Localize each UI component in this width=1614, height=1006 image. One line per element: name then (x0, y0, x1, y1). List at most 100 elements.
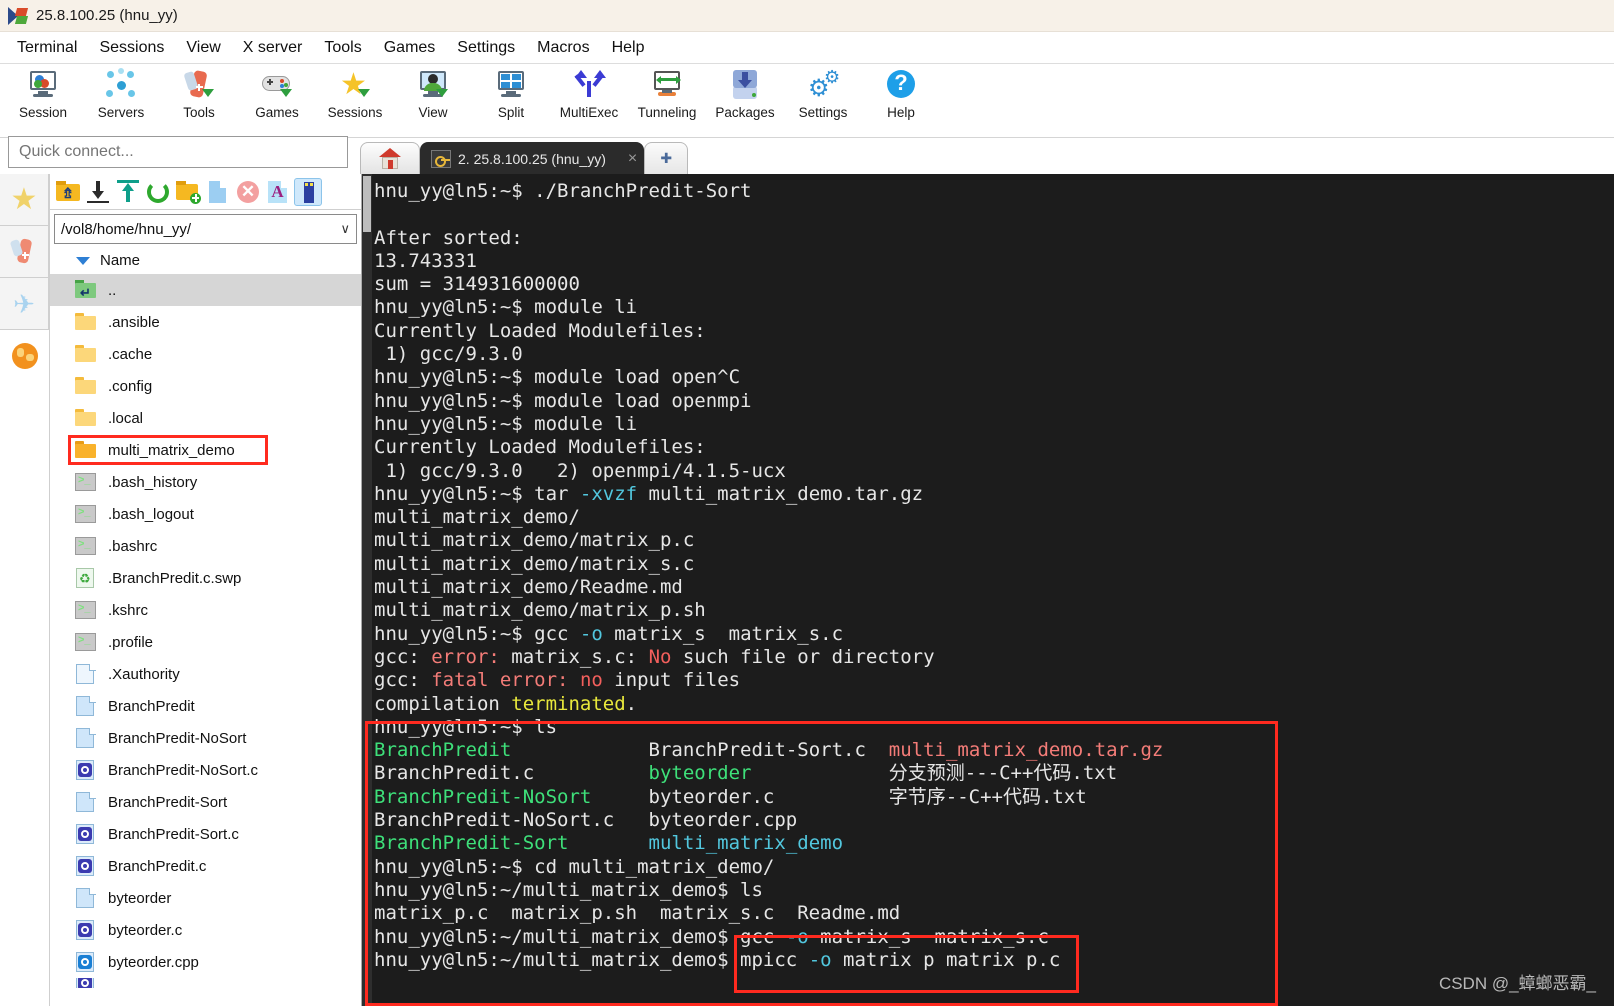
delete-icon[interactable]: ✕ (234, 178, 262, 206)
document-icon (74, 887, 98, 909)
list-item[interactable]: >_ .kshrc (50, 594, 361, 626)
upload-icon[interactable] (114, 178, 142, 206)
rail-favorites-button[interactable]: ★ (0, 174, 49, 226)
path-field[interactable]: /vol8/home/hnu_yy/ ∨ (54, 214, 357, 244)
toolbar-view-label: View (418, 105, 448, 120)
list-item[interactable]: .ansible (50, 306, 361, 338)
toolbar-games-button[interactable]: Games (238, 64, 316, 134)
list-item[interactable]: BranchPredit-Sort.c (50, 818, 361, 850)
menu-help[interactable]: Help (601, 37, 656, 59)
chevron-down-icon[interactable]: ∨ (340, 221, 350, 237)
close-icon[interactable]: × (628, 150, 637, 168)
toolbar-tunneling-button[interactable]: Tunneling (628, 64, 706, 134)
tab-session-active[interactable]: 2. 25.8.100.25 (hnu_yy) × (420, 142, 645, 174)
terminal-span (568, 669, 579, 691)
list-item[interactable]: BranchPredit (50, 690, 361, 722)
terminal-line: BranchPredit BranchPredit-Sort.c multi_m… (374, 739, 1614, 762)
terminal-line: multi_matrix_demo/Readme.md (374, 576, 1614, 599)
list-item[interactable]: .cache (50, 338, 361, 370)
rail-tools-button[interactable] (0, 226, 49, 278)
list-item[interactable]: ♻ .BranchPredit.c.swp (50, 562, 361, 594)
terminal-span: -o (579, 622, 603, 645)
toolbar-view-button[interactable]: View (394, 64, 472, 134)
star-icon: ★ (338, 68, 372, 102)
list-item[interactable]: .config (50, 370, 361, 402)
list-item[interactable]: BranchPredit.c (50, 850, 361, 882)
terminal-line: hnu_yy@ln5:~$ gcc -o matrix_s matrix_s.c (374, 623, 1614, 646)
list-item[interactable]: BranchPredit-NoSort (50, 722, 361, 754)
menu-tools[interactable]: Tools (313, 37, 372, 59)
list-item[interactable]: >_ .bashrc (50, 530, 361, 562)
list-item[interactable]: ↵ .. (50, 274, 361, 306)
annot-box-multi-matrix-demo-folder (68, 435, 268, 465)
toolbar-tools-button[interactable]: Tools (160, 64, 238, 134)
list-item[interactable]: byteorder.cpp (50, 946, 361, 978)
terminal-span: hnu_yy@ln5:~$ module li (374, 296, 638, 319)
list-item[interactable]: >_ .profile (50, 626, 361, 658)
new-file-icon[interactable] (204, 178, 232, 206)
scrollbar-thumb[interactable] (363, 176, 371, 232)
mobaxterm-icon (8, 6, 29, 26)
toolbar-servers-button[interactable]: Servers (82, 64, 160, 134)
toolbar-help-button[interactable]: ? Help (862, 64, 940, 134)
document-icon (74, 663, 98, 685)
rail-send-button[interactable]: ✈ (0, 278, 49, 330)
terminal-span: No (648, 645, 672, 668)
menu-games[interactable]: Games (373, 37, 447, 59)
menu-sessions[interactable]: Sessions (88, 37, 175, 59)
download-icon[interactable] (84, 178, 112, 206)
terminal-span: -o (808, 948, 832, 971)
terminal-pane[interactable]: hnu_yy@ln5:~$ ./BranchPredit-Sort After … (362, 174, 1614, 1006)
terminal-span: . (625, 692, 638, 715)
cpp-source-icon (74, 951, 98, 973)
file-name: byteorder.cpp (108, 953, 199, 971)
file-list[interactable]: ↵ .. .ansible .cache .config .local mult… (50, 274, 361, 1006)
menu-terminal[interactable]: Terminal (6, 37, 88, 59)
list-item[interactable]: byteorder (50, 882, 361, 914)
gear-icon: ⚙ ⚙ (808, 67, 841, 102)
terminal-span: After sorted: (374, 226, 523, 249)
terminal-line: BranchPredit.c byteorder 分支预测---C++代码.tx… (374, 762, 1614, 785)
new-folder-icon[interactable] (174, 178, 202, 206)
menu-macros[interactable]: Macros (526, 37, 600, 59)
left-sidebar-rail: ★ ✈ (0, 174, 50, 1006)
menu-x-server[interactable]: X server (232, 37, 314, 59)
tab-session-label: 2. 25.8.100.25 (hnu_yy) (458, 150, 606, 167)
list-item[interactable]: >_ .bash_logout (50, 498, 361, 530)
toolbar-multiexec-button[interactable]: MultiExec (550, 64, 628, 134)
column-header-name[interactable]: Name (50, 246, 361, 274)
c-source-icon (74, 855, 98, 877)
terminal-line: After sorted: (374, 227, 1614, 250)
tab-new-button[interactable]: ✚ (644, 142, 689, 174)
list-item[interactable]: .local (50, 402, 361, 434)
menu-view[interactable]: View (175, 37, 231, 59)
terminal-span: hnu_yy@ln5:~$ ls (374, 715, 558, 738)
list-item[interactable]: BranchPredit-NoSort.c (50, 754, 361, 786)
refresh-icon[interactable] (144, 178, 172, 206)
toolbar-packages-button[interactable]: Packages (706, 64, 784, 134)
packages-icon (728, 68, 762, 102)
file-name: BranchPredit.c (108, 857, 207, 875)
terminal-span: BranchPredit-Sort (374, 832, 569, 855)
rail-globe-button[interactable] (0, 330, 49, 382)
watermark: CSDN @_蟑螂恶霸_ (1438, 974, 1596, 993)
quick-connect-input[interactable] (8, 136, 348, 168)
parent-folder-icon[interactable]: ⇯ (54, 178, 82, 206)
document-icon (74, 695, 98, 717)
toolbar-split-button[interactable]: Split (472, 64, 550, 134)
list-item[interactable]: BranchPredit-Sort (50, 786, 361, 818)
usb-drive-icon[interactable] (294, 177, 322, 206)
list-item[interactable]: multi_matrix_demo (50, 434, 361, 466)
list-item[interactable] (50, 978, 361, 988)
list-item[interactable]: byteorder.c (50, 914, 361, 946)
toolbar-settings-button[interactable]: ⚙ ⚙ Settings (784, 64, 862, 134)
text-mode-icon[interactable]: A (264, 178, 292, 206)
toolbar-session-button[interactable]: Session (4, 64, 82, 134)
tab-home[interactable] (360, 142, 420, 174)
toolbar-sessions-button[interactable]: ★ Sessions (316, 64, 394, 134)
list-item[interactable]: >_ .bash_history (50, 466, 361, 498)
document-icon (74, 727, 98, 749)
menu-settings[interactable]: Settings (446, 37, 526, 59)
terminal-scrollbar[interactable] (362, 174, 372, 1006)
list-item[interactable]: .Xauthority (50, 658, 361, 690)
